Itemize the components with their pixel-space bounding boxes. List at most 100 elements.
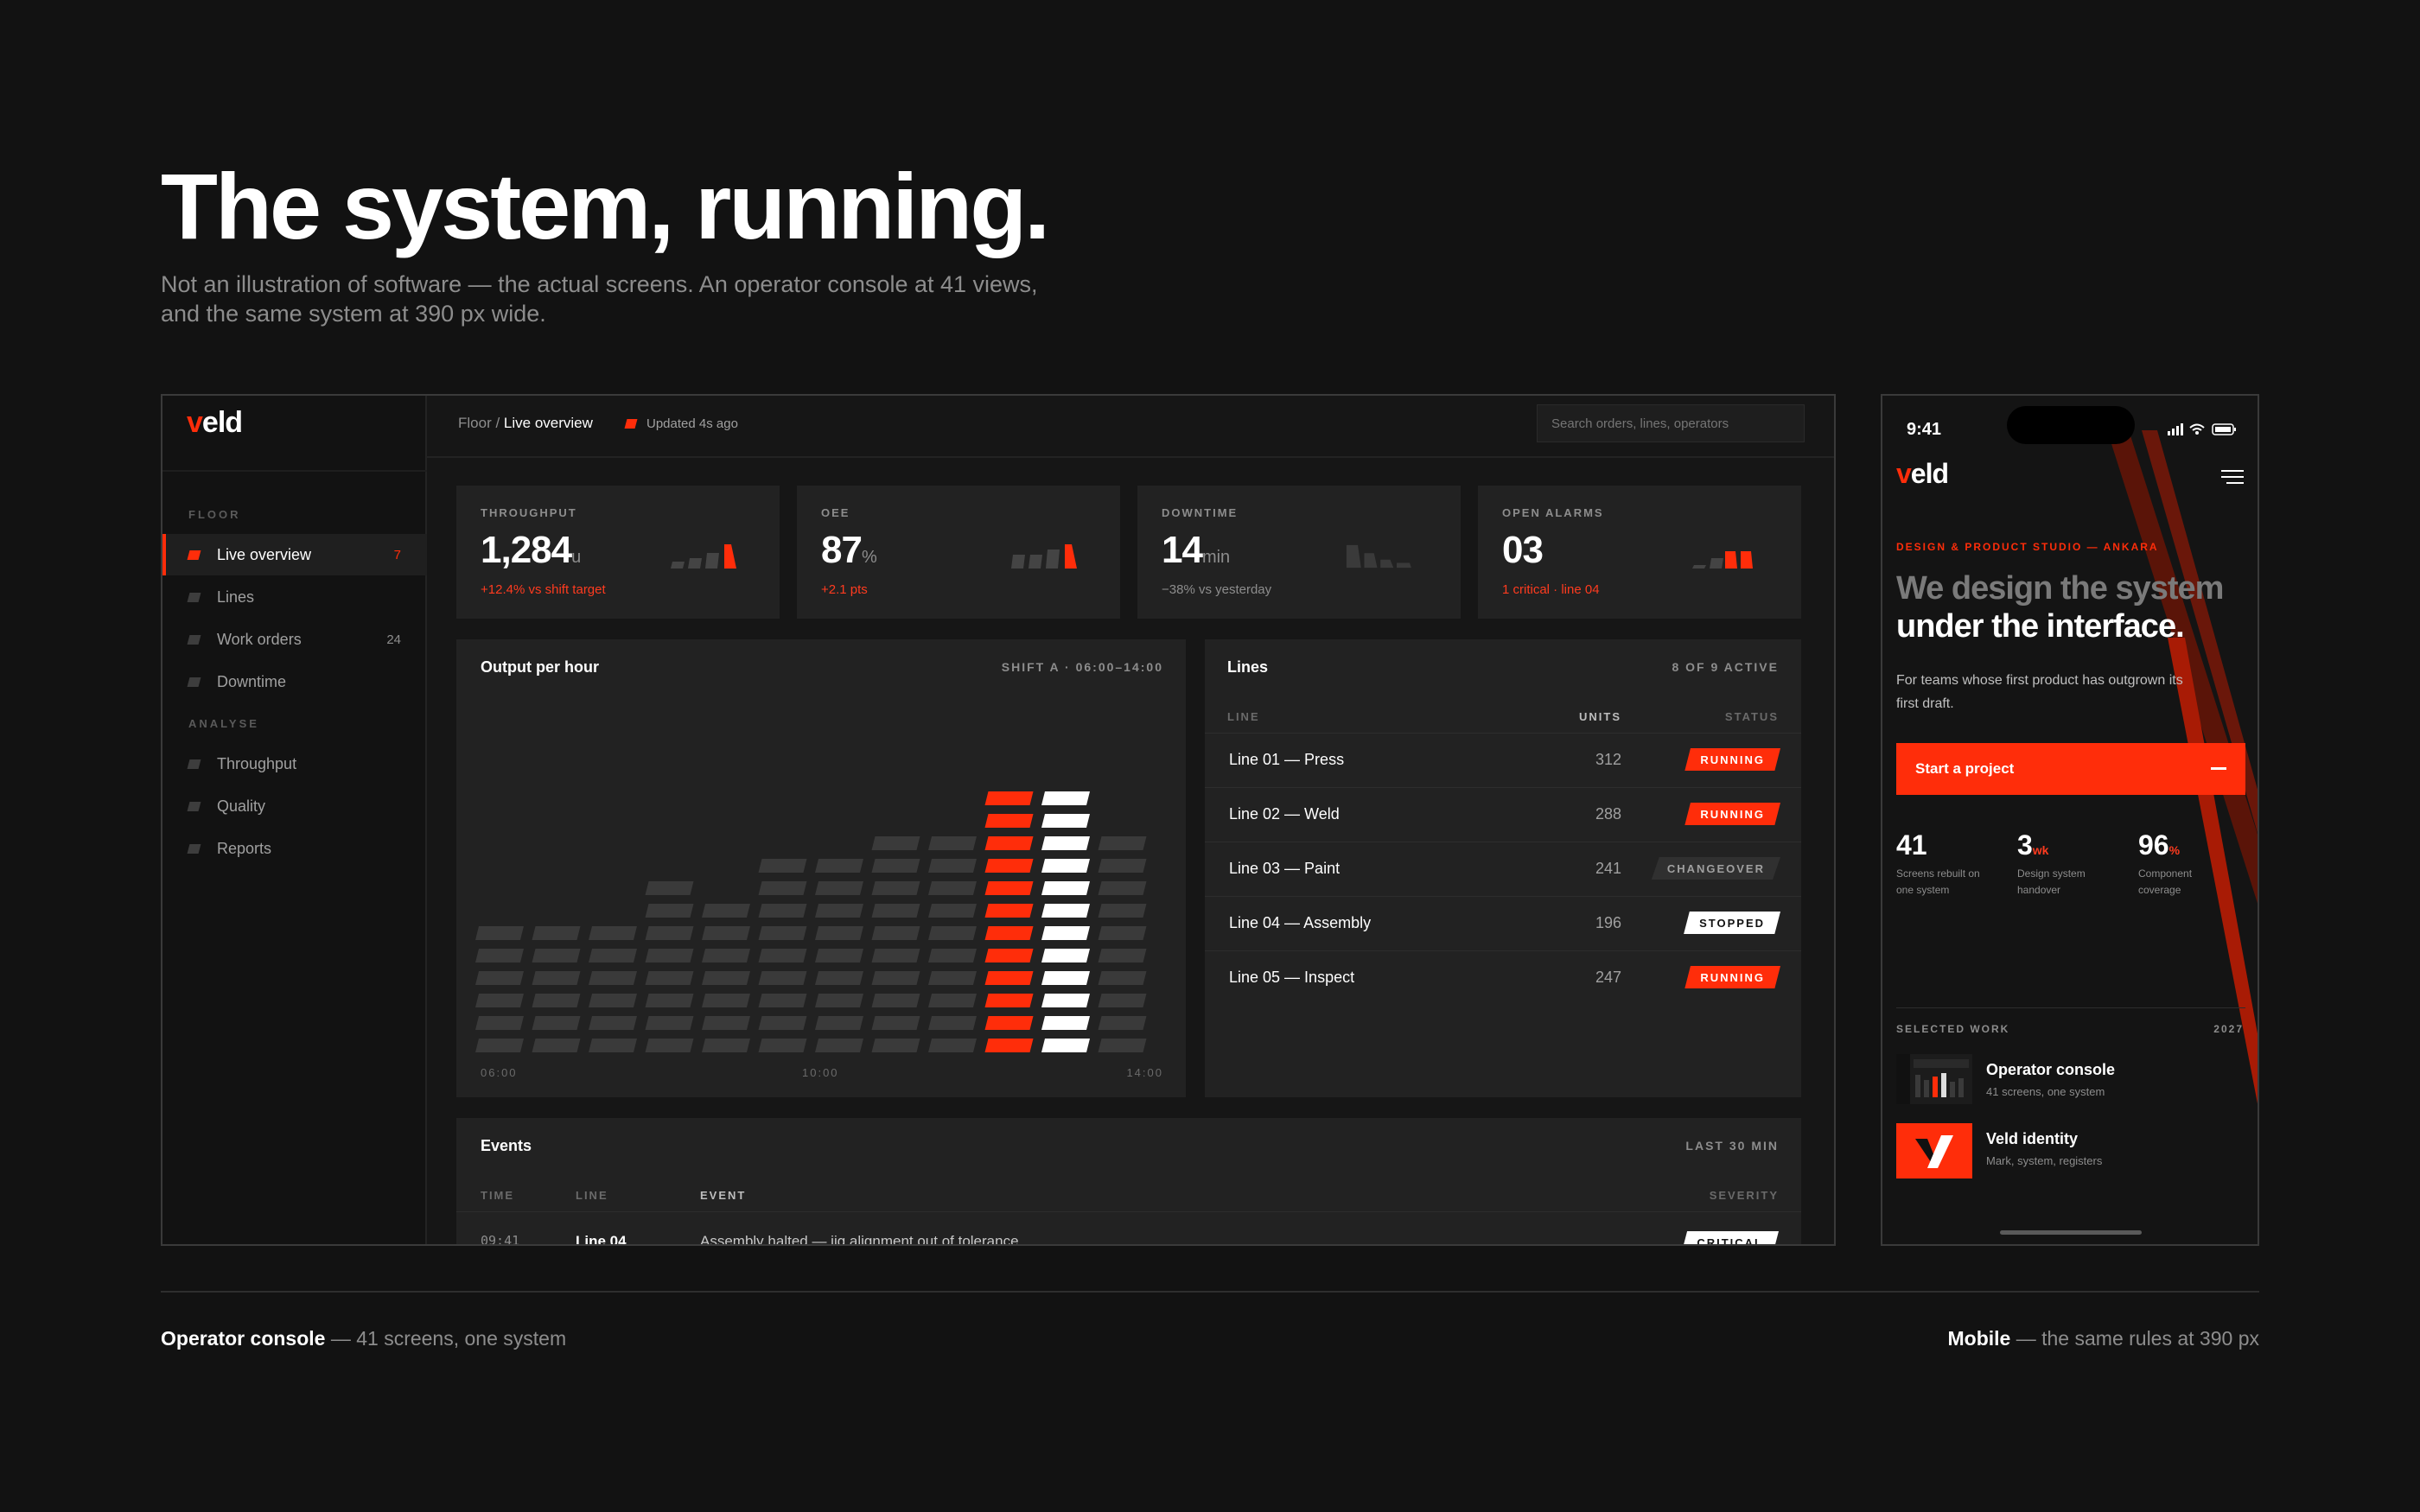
column-header-time[interactable]: TIME xyxy=(481,1189,514,1202)
chart-column xyxy=(589,926,637,1052)
logo[interactable]: veld xyxy=(187,406,243,440)
kpi-label: DOWNTIME xyxy=(1162,506,1239,519)
sparkline-icon xyxy=(671,544,736,569)
sidebar-item-throughput[interactable]: Throughput xyxy=(162,743,427,785)
chart-block xyxy=(702,904,750,918)
chart-block xyxy=(1041,814,1090,828)
lines-icon xyxy=(187,592,201,602)
reports-icon xyxy=(187,843,201,854)
chart-block xyxy=(928,926,977,940)
kpi-delta: +2.1 pts xyxy=(821,582,868,597)
chart-block xyxy=(984,1016,1034,1030)
stripe-graphic xyxy=(2107,430,2258,1104)
chart-block xyxy=(1041,881,1090,895)
stat-value: 41 xyxy=(1896,829,1927,861)
chart-block xyxy=(702,1039,750,1052)
search-input[interactable] xyxy=(1537,404,1805,442)
signal-icon xyxy=(2168,423,2183,435)
kpi-card-oee[interactable]: OEE 87% +2.1 pts xyxy=(797,486,1120,619)
chart-block xyxy=(532,971,581,985)
chart-block xyxy=(1041,791,1090,805)
kpi-value: 1,284u xyxy=(481,529,582,571)
chart-block xyxy=(758,926,807,940)
kpi-delta: 1 critical · line 04 xyxy=(1502,582,1600,597)
start-project-button[interactable]: Start a project xyxy=(1896,743,2245,795)
stat-value: 3wk xyxy=(2017,829,2049,861)
table-row[interactable]: Line 02 — Weld 288 RUNNING xyxy=(1205,787,1801,842)
column-header-line[interactable]: LINE xyxy=(1227,710,1260,723)
stat-label: Component coverage xyxy=(2138,867,2193,896)
column-header-status[interactable]: STATUS xyxy=(1725,710,1779,723)
dynamic-island xyxy=(2007,406,2135,444)
work-item-operator-console[interactable]: Operator console 41 screens, one system xyxy=(1896,1054,2245,1108)
panel-title: Events xyxy=(481,1137,532,1154)
chart-block xyxy=(475,949,524,962)
section-label-floor: FLOOR xyxy=(188,508,241,521)
chart-block xyxy=(475,1039,524,1052)
table-row[interactable]: Line 01 — Press 312 RUNNING xyxy=(1205,733,1801,787)
status-time: 9:41 xyxy=(1907,420,1942,439)
home-indicator xyxy=(2000,1230,2142,1235)
chart-block xyxy=(702,971,750,985)
column-header-line[interactable]: LINE xyxy=(576,1189,608,1202)
headline-dim: We design the system xyxy=(1896,570,2224,607)
chart-column xyxy=(758,859,807,1052)
chart-block xyxy=(758,881,807,895)
chart-column xyxy=(532,926,581,1052)
status-badge: RUNNING xyxy=(1684,803,1780,825)
kpi-card-throughput[interactable]: THROUGHPUT 1,284u +12.4% vs shift target xyxy=(456,486,780,619)
chart-block xyxy=(871,994,920,1007)
column-header-units[interactable]: UNITS xyxy=(1579,710,1621,723)
chart-block xyxy=(758,904,807,918)
chart-block xyxy=(1041,904,1090,918)
events-panel: Events LAST 30 MIN TIME LINE EVENT SEVER… xyxy=(456,1118,1801,1246)
table-row[interactable]: 09:41 Line 04 Assembly halted — jig alig… xyxy=(456,1212,1801,1246)
sidebar-item-quality[interactable]: Quality xyxy=(162,785,427,827)
sidebar: veld FLOOR Live overview 7 Lines Work ord… xyxy=(162,396,427,1244)
table-row[interactable]: Line 04 — Assembly 196 STOPPED xyxy=(1205,896,1801,950)
work-subtitle: 41 screens, one system xyxy=(1986,1085,2105,1098)
sidebar-item-work-orders[interactable]: Work orders 24 xyxy=(162,619,427,660)
output-chart xyxy=(475,791,1147,1052)
sidebar-item-live-overview[interactable]: Live overview 7 xyxy=(162,534,427,575)
event-time: 09:41 xyxy=(481,1233,520,1246)
mobile-logo[interactable]: veld xyxy=(1896,458,1949,490)
x-tick: 10:00 xyxy=(802,1066,839,1079)
chart-block xyxy=(984,881,1034,895)
table-row[interactable]: Line 05 — Inspect 247 RUNNING xyxy=(1205,950,1801,1005)
chart-block xyxy=(589,994,637,1007)
hero-subtitle: Not an illustration of software — the ac… xyxy=(161,271,1038,327)
chart-block xyxy=(984,814,1034,828)
kpi-label: THROUGHPUT xyxy=(481,506,577,519)
menu-icon[interactable] xyxy=(2221,468,2244,486)
stat-label: Screens rebuilt on one system xyxy=(1896,867,1980,896)
chart-block xyxy=(815,971,863,985)
sidebar-item-reports[interactable]: Reports xyxy=(162,828,427,869)
headline: under the interface. xyxy=(1896,608,2185,645)
veld-mark-thumbnail xyxy=(1896,1123,1972,1178)
sidebar-item-lines[interactable]: Lines xyxy=(162,576,427,618)
event-line: Line 04 xyxy=(576,1233,627,1246)
chart-block xyxy=(475,1016,524,1030)
minus-icon xyxy=(2211,767,2226,770)
column-header-event[interactable]: EVENT xyxy=(700,1189,746,1202)
kpi-card-open-alarms[interactable]: OPEN ALARMS 03 1 critical · line 04 xyxy=(1478,486,1801,619)
work-title: Operator console xyxy=(1986,1061,2116,1078)
column-header-severity[interactable]: SEVERITY xyxy=(1710,1189,1779,1202)
chart-block xyxy=(984,836,1034,850)
chart-block xyxy=(532,1039,581,1052)
chart-block xyxy=(984,904,1034,918)
work-item-veld-identity[interactable]: Veld identity Mark, system, registers xyxy=(1896,1123,2245,1180)
table-row[interactable]: Line 03 — Paint 241 CHANGEOVER xyxy=(1205,842,1801,896)
chart-block xyxy=(984,926,1034,940)
breadcrumb-parent[interactable]: Floor xyxy=(458,415,492,431)
chart-block xyxy=(645,994,694,1007)
kpi-value: 87% xyxy=(821,529,877,571)
chart-column xyxy=(702,904,750,1052)
work-orders-icon xyxy=(187,634,201,645)
kpi-card-downtime[interactable]: DOWNTIME 14min −38% vs yesterday xyxy=(1137,486,1461,619)
sidebar-item-downtime[interactable]: Downtime xyxy=(162,661,427,702)
selected-work-label: SELECTED WORK xyxy=(1896,1023,2010,1035)
chart-block xyxy=(928,904,977,918)
chart-column xyxy=(1098,836,1147,1052)
